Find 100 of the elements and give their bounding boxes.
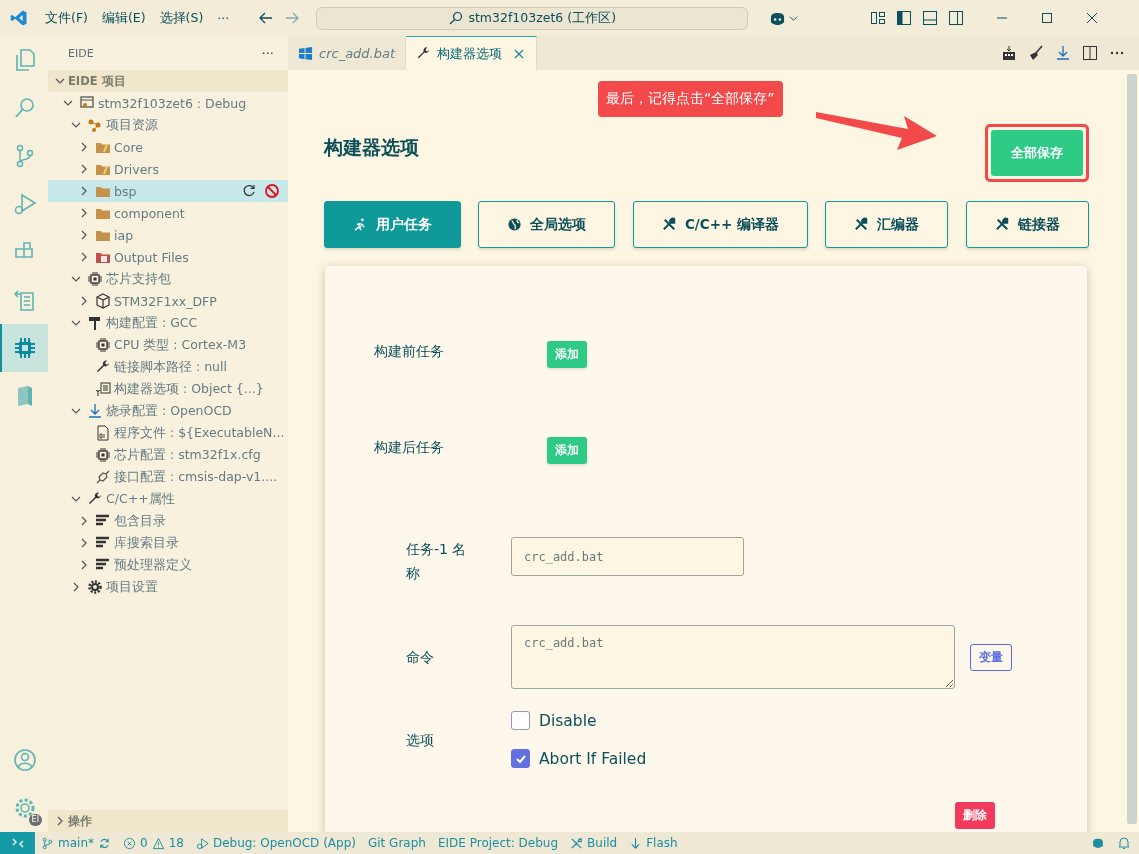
add-button[interactable]: 添加 [547, 341, 587, 368]
status-item[interactable]: EIDE Project: Debug [431, 836, 565, 850]
copilot-button[interactable] [768, 10, 799, 26]
delete-button[interactable]: 删除 [955, 802, 995, 829]
bell-icon [1117, 836, 1131, 850]
wrench-icon [87, 491, 103, 507]
wrench-icon [416, 46, 432, 61]
status-item[interactable]: Git Graph [361, 836, 432, 850]
debug-icon [195, 836, 209, 850]
checkbox[interactable] [511, 711, 530, 730]
field-label: 任务-1 名称 [406, 540, 468, 583]
chip-icon[interactable] [12, 335, 38, 361]
build-icon[interactable] [1001, 45, 1017, 61]
sidebar-toggle-icon[interactable] [896, 10, 913, 26]
tree-item[interactable]: 项目设置 [48, 576, 288, 598]
account-icon[interactable] [12, 747, 38, 773]
tree-item[interactable]: CPU 类型 : Cortex-M3 [48, 334, 288, 356]
sidebar-title: EIDE [68, 46, 94, 60]
tree-item[interactable]: 烧录配置 : OpenOCD [48, 400, 288, 422]
branch-icon [41, 836, 54, 850]
name-field[interactable]: crc_add.bat [511, 537, 744, 576]
tree-item[interactable]: Drivers [48, 158, 288, 180]
tree-item[interactable]: Core [48, 136, 288, 158]
secondary-sidebar-icon[interactable] [948, 10, 965, 26]
chip-icon [95, 337, 111, 353]
broom-icon[interactable] [1028, 45, 1044, 61]
problems-status[interactable]: 0 18 [117, 836, 190, 850]
chip-icon [95, 447, 111, 463]
gear-icon [87, 579, 103, 595]
tree-item[interactable]: stm32f103zet6 : Debug [48, 92, 288, 114]
field-label: 命令 [406, 648, 435, 667]
run-debug-icon[interactable] [12, 191, 38, 217]
tree-item[interactable]: bsp [48, 180, 288, 202]
section-header[interactable]: 操作 [48, 810, 288, 832]
section-tab[interactable]: C/C++ 编译器 [632, 201, 808, 248]
layout-icon[interactable] [870, 10, 887, 26]
field-label: 构建后任务 [374, 438, 445, 457]
tree-item[interactable]: 芯片配置 : stm32f1x.cfg [48, 444, 288, 466]
status-item[interactable]: Flash [623, 836, 684, 850]
menu-item[interactable]: 文件(F) [38, 9, 95, 27]
tree-item[interactable]: 库搜索目录 [48, 532, 288, 554]
badge: EI [28, 814, 42, 826]
tree-item[interactable]: 链接脚本路径 : null [48, 356, 288, 378]
tree-item[interactable]: 构建配置 : GCC [48, 312, 288, 334]
command-center-field[interactable]: stm32f103zet6 (工作区) [316, 6, 749, 30]
file-icon [95, 425, 111, 441]
back-arrow-icon[interactable] [258, 10, 275, 26]
section-tab[interactable]: 用户任务 [324, 201, 461, 248]
remote-icon [10, 836, 25, 850]
tree-item[interactable]: 构建器选项 : Object {...} [48, 378, 288, 400]
plug-icon [95, 469, 111, 485]
scrollbar[interactable] [1127, 74, 1137, 824]
menu-item[interactable]: 选择(S) [152, 9, 211, 27]
tree-item[interactable]: STM32F1xx_DFP [48, 290, 288, 312]
menu-item[interactable]: ··· [210, 10, 237, 26]
section-header[interactable]: EIDE 项目 [48, 70, 288, 92]
status-item[interactable]: Debug: OpenOCD (App) [189, 836, 362, 850]
tree-item[interactable]: C/C++属性 [48, 488, 288, 510]
panel-toggle-icon[interactable] [922, 10, 939, 26]
hammer-icon [87, 315, 103, 331]
error-icon [123, 836, 136, 850]
globe-icon [507, 217, 523, 232]
tree-item[interactable]: iap [48, 224, 288, 246]
refresh-icon [241, 183, 257, 199]
add-button[interactable]: 添加 [547, 437, 587, 464]
nodes-icon [87, 117, 103, 133]
annotation-callout: 最后，记得点击“全部保存” [598, 81, 783, 117]
branch-status[interactable]: main* [35, 836, 117, 850]
command-field[interactable]: crc_add.bat [511, 625, 955, 689]
sync-icon [98, 836, 111, 850]
search-icon [448, 10, 465, 26]
section-tab[interactable]: 链接器 [965, 201, 1089, 248]
tree-item[interactable]: 芯片支持包 [48, 268, 288, 290]
page-heading: 构建器选项 [324, 135, 419, 160]
document-icon [95, 381, 111, 397]
tree-item[interactable]: component [48, 202, 288, 224]
tree-item[interactable]: 预处理器定义 [48, 554, 288, 576]
field-label: 选项 [406, 730, 435, 750]
editor-tab[interactable]: 构建器选项 [406, 36, 538, 70]
block-icon [264, 183, 280, 199]
download-icon[interactable] [1055, 45, 1071, 61]
download-icon [87, 403, 103, 419]
section-tab[interactable]: 汇编器 [825, 201, 949, 248]
more-button[interactable]: ··· [261, 45, 274, 61]
tree-item[interactable]: 项目资源 [48, 114, 288, 136]
section-tab[interactable]: 全局选项 [478, 201, 616, 248]
tree-item[interactable]: 程序文件 : ${ExecutableN... [48, 422, 288, 444]
save-all-button[interactable]: 全部保存 [991, 130, 1083, 176]
chip-icon [87, 271, 103, 287]
split-editor-icon[interactable] [1082, 45, 1098, 61]
variables-button[interactable]: 变量 [970, 643, 1012, 671]
tree-item[interactable]: 接口配置 : cmsis-dap-v1.... [48, 466, 288, 488]
app-logo-icon [10, 9, 28, 27]
tree-item[interactable]: 包含目录 [48, 510, 288, 532]
checkbox[interactable] [511, 749, 530, 768]
status-item[interactable]: Build [564, 836, 624, 850]
tools-icon [994, 217, 1010, 232]
tree-item[interactable]: Output Files [48, 246, 288, 268]
menu-item[interactable]: 编辑(E) [94, 9, 153, 27]
warning-icon [151, 836, 165, 850]
